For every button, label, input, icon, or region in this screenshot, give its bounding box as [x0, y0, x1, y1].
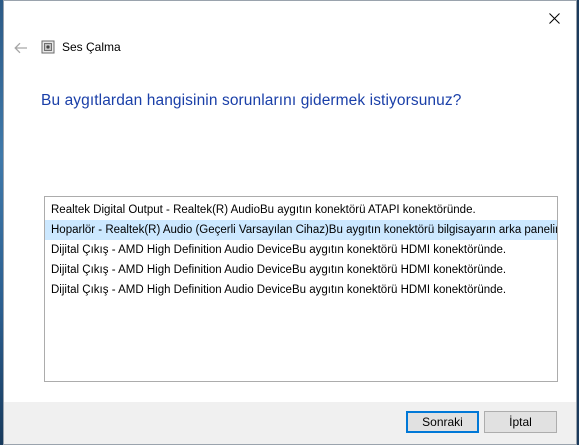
troubleshooter-window: Ses Çalma Bu aygıtlardan hangisinin soru… — [3, 0, 577, 445]
close-icon — [548, 12, 560, 24]
speaker-app-icon — [41, 40, 55, 54]
device-list-item[interactable]: Dijital Çıkış - AMD High Definition Audi… — [45, 260, 557, 280]
device-list-item-selected[interactable]: Hoparlör - Realtek(R) Audio (Geçerli Var… — [45, 220, 557, 240]
page-heading: Bu aygıtlardan hangisinin sorunlarını gi… — [41, 92, 462, 109]
cancel-button[interactable]: İptal — [484, 411, 557, 433]
next-button[interactable]: Sonraki — [406, 411, 479, 433]
device-list-item[interactable]: Dijital Çıkış - AMD High Definition Audi… — [45, 240, 557, 260]
window-title: Ses Çalma — [62, 40, 121, 54]
device-list-item[interactable]: Dijital Çıkış - AMD High Definition Audi… — [45, 280, 557, 300]
back-arrow-icon — [14, 42, 27, 54]
button-bar: Sonraki İptal — [4, 402, 576, 444]
device-list-item[interactable]: Realtek Digital Output - Realtek(R) Audi… — [45, 200, 557, 220]
back-button[interactable] — [12, 39, 30, 57]
device-list[interactable]: Realtek Digital Output - Realtek(R) Audi… — [44, 196, 558, 382]
close-button[interactable] — [540, 7, 568, 29]
